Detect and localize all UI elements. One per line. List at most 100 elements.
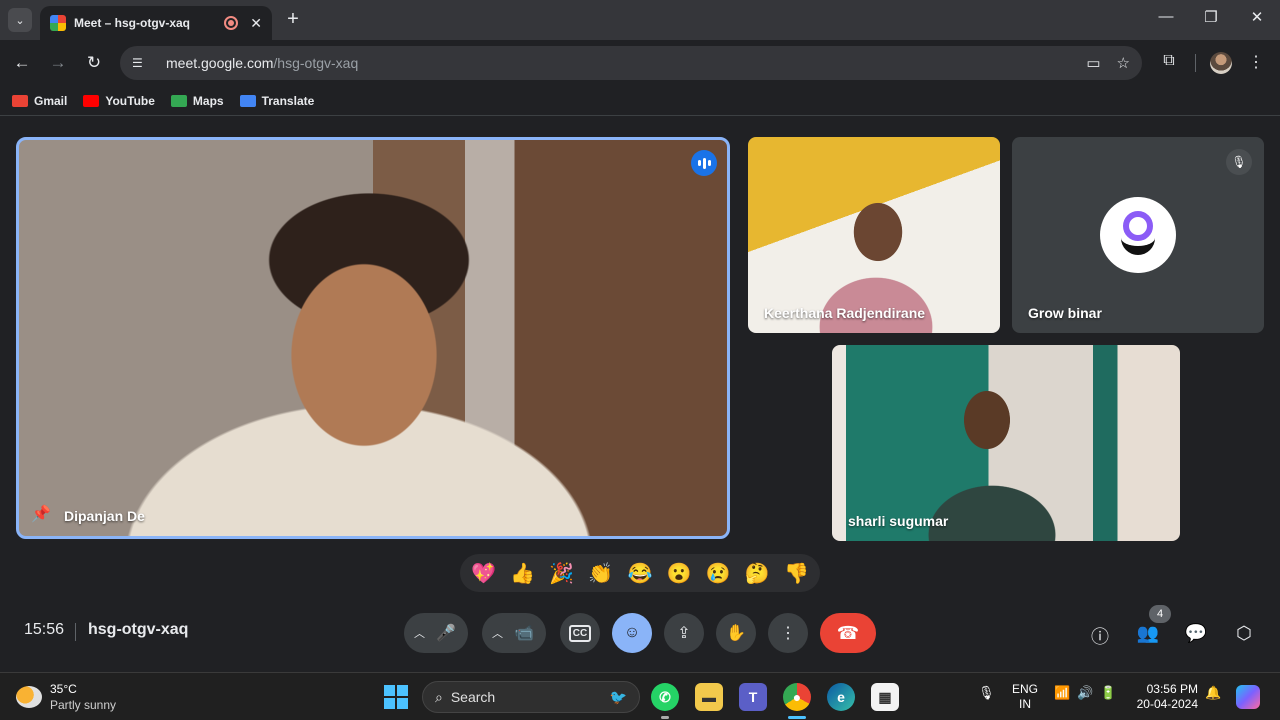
site-info-icon[interactable]: ☰ [132,56,150,70]
reactions-button[interactable]: ☺ [612,613,652,653]
reaction-sad-button[interactable]: 😢 [700,561,736,586]
tab-search-button[interactable]: ⌄ [8,8,32,32]
recording-indicator-icon [224,16,239,30]
restore-button[interactable]: ❐ [1196,8,1226,26]
chat-icon[interactable]: 💬 [1184,623,1208,647]
chrome-icon[interactable]: ● [783,683,811,711]
system-clock[interactable]: 03:56 PM 20-04-2024 [1132,682,1198,712]
tab-close-icon[interactable]: ✕ [250,15,262,32]
reaction-clap-button[interactable]: 👏 [583,561,619,586]
weather-widget[interactable]: 35°C Partly sunny [16,681,116,713]
back-button[interactable]: ← [9,50,35,76]
running-indicator [661,716,669,719]
meeting-controls-bar: 15:56 hsg-otgv-xaq ︿ 🎤 ︿ 📹 CC ☺ ⇪ ✋ ⋮ ☎ … [0,605,1280,661]
whatsapp-icon[interactable]: ✆ [651,683,679,711]
bookmark-youtube[interactable]: YouTube [83,94,155,108]
search-label: Search [450,689,496,705]
meet-favicon-icon [50,15,66,31]
divider [75,623,76,641]
reactions-bar: 💖 👍 🎉 👏 😂 😮 😢 🤔 👎 [460,554,820,592]
weather-temp: 35°C [50,682,77,696]
meeting-details-icon[interactable]: ⓘ [1088,623,1112,647]
raise-hand-button[interactable]: ✋ [716,613,756,653]
taskbar-search[interactable]: ⌕ Search 🐦 [422,681,640,713]
microphone-button[interactable]: 🎤 [428,615,464,651]
bookmark-star-icon[interactable]: ☆ [1117,54,1130,72]
window-close-button[interactable]: ✕ [1242,8,1272,26]
mic-off-icon: 🎙 [1226,149,1252,175]
video-options-chevron-icon[interactable]: ︿ [492,625,503,641]
battery-icon[interactable]: 🔋 [1100,685,1116,701]
new-tab-button[interactable]: + [282,8,304,31]
meeting-clock: 15:56 [24,621,65,638]
audio-options-chevron-icon[interactable]: ︿ [414,625,425,641]
start-button[interactable] [384,685,408,709]
toolbar-divider [1195,54,1196,72]
gmail-icon [12,94,28,107]
browser-menu-icon[interactable]: ⋮ [1248,52,1264,72]
participant-tile[interactable]: sharli sugumar [832,345,1180,541]
participant-name: Keerthana Radjendirane [764,305,926,321]
url-text: meet.google.com/hsg-otgv-xaq [166,55,359,71]
forward-button[interactable]: → [45,50,71,76]
volume-icon[interactable]: 🔊 [1077,685,1093,701]
wifi-icon[interactable]: 📶 [1054,685,1070,701]
file-explorer-icon[interactable]: ▬ [695,683,723,711]
reaction-heart-button[interactable]: 💖 [466,561,502,586]
microsoft-store-icon[interactable]: ▦ [871,683,899,711]
browser-toolbar: ← → ↻ ☰ meet.google.com/hsg-otgv-xaq ▭ ☆ [0,40,1280,86]
search-icon: ⌕ [435,688,443,705]
active-tab[interactable]: Meet – hsg-otgv-xaq ✕ [40,6,272,40]
speaking-indicator-icon [691,150,717,176]
reload-button[interactable]: ↻ [81,50,107,76]
participant-name: sharli sugumar [848,513,949,529]
active-app-indicator [788,716,806,719]
reaction-laugh-button[interactable]: 😂 [622,561,658,586]
people-icon[interactable]: 👥 [1136,623,1160,647]
youtube-icon [83,94,100,107]
participant-tile[interactable]: 🎙 Grow binar [1012,137,1264,333]
leave-call-button[interactable]: ☎ [820,613,876,653]
profile-avatar[interactable] [1210,52,1232,74]
video-settings-group: ︿ 📹 [482,613,546,653]
camera-button[interactable]: 📹 [506,615,542,651]
language-indicator[interactable]: ENG IN [1012,682,1038,712]
copilot-icon[interactable] [1236,685,1260,709]
extensions-icon[interactable]: ⧉ [1158,52,1180,74]
camera-in-use-icon[interactable]: ▭ [1086,54,1100,72]
meeting-code: hsg-otgv-xaq [88,621,189,638]
translate-icon [239,94,256,107]
reaction-party-button[interactable]: 🎉 [544,561,580,586]
search-highlight-icon: 🐦 [609,688,627,705]
bookmark-maps[interactable]: Maps [170,94,224,108]
maps-icon [170,94,187,107]
participant-name: Dipanjan De [64,508,145,524]
activities-icon[interactable]: ⬡ [1232,623,1256,647]
minimize-button[interactable]: — [1151,8,1181,25]
reaction-thumbs-down-button[interactable]: 👎 [778,561,814,586]
teams-icon[interactable]: T [739,683,767,711]
tab-strip: ⌄ Meet – hsg-otgv-xaq ✕ + — ❐ ✕ [0,0,1280,40]
participant-tile-main[interactable]: 📌 Dipanjan De [16,137,730,539]
bookmarks-bar: Gmail YouTube Maps Translate [0,86,1280,116]
meet-stage: 📌 Dipanjan De Keerthana Radjendirane 🎙 G… [0,117,1280,672]
reaction-thinking-button[interactable]: 🤔 [739,561,775,586]
present-button[interactable]: ⇪ [664,613,704,653]
reaction-thumbs-up-button[interactable]: 👍 [505,561,541,586]
weather-desc: Partly sunny [50,698,117,712]
notifications-bell-icon[interactable]: 🔔 [1205,685,1221,701]
more-options-button[interactable]: ⋮ [768,613,808,653]
edge-icon[interactable]: e [827,683,855,711]
participant-name: Grow binar [1028,305,1102,321]
captions-button[interactable]: CC [560,613,600,653]
avatar [1100,197,1176,273]
captions-icon: CC [568,624,592,642]
tab-title: Meet – hsg-otgv-xaq [74,16,191,30]
address-bar[interactable]: ☰ meet.google.com/hsg-otgv-xaq ▭ ☆ [120,46,1142,80]
bookmark-gmail[interactable]: Gmail [12,94,67,108]
participant-tile[interactable]: Keerthana Radjendirane [748,137,1000,333]
microphone-tray-icon[interactable]: 🎙 [978,685,995,701]
reaction-surprised-button[interactable]: 😮 [661,561,697,586]
pin-icon[interactable]: 📌 [31,504,51,524]
bookmark-translate[interactable]: Translate [239,94,314,108]
